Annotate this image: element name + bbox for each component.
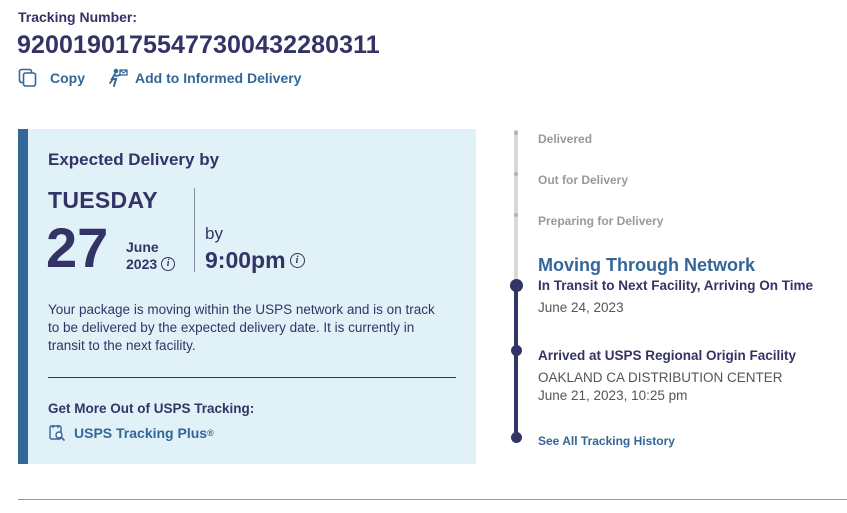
date-time-divider [194,188,195,272]
delivery-date: 27 [46,216,109,279]
delivery-time: 9:00pm [205,247,286,273]
card-divider [48,377,456,378]
registered-mark: ® [207,428,214,438]
delivery-year: 2023 [126,256,158,272]
timeline-past-track [514,284,518,438]
status-description: Your package is moving within the USPS n… [48,302,435,353]
previous-status-location: OAKLAND CA DISTRIBUTION CENTER [538,370,783,385]
history-dot [511,432,522,443]
tracking-plus-label: USPS Tracking Plus [74,425,208,441]
timeline-step-dot [514,131,518,135]
timeline-future-track [514,130,518,280]
previous-status-date: June 21, 2023, 10:25 pm [538,388,688,403]
current-status-dot [510,279,523,292]
timeline-step-out-for-delivery: Out for Delivery [538,173,629,187]
add-informed-delivery-button[interactable]: Add to Informed Delivery [85,67,301,89]
copy-button[interactable]: Copy [18,68,85,88]
time-info-icon[interactable]: i [289,253,305,268]
see-all-history-link[interactable]: See All Tracking History [538,434,675,448]
timeline-step-dot [514,213,518,217]
delivery-time-row: 9:00pm i [205,247,305,274]
informed-delivery-label: Add to Informed Delivery [135,70,302,86]
timeline-step-dot [514,172,518,176]
tracking-plus-icon [48,424,66,442]
copy-label: Copy [50,70,85,86]
copy-icon [18,68,38,88]
by-label: by [205,224,223,243]
expected-delivery-card: Expected Delivery by TUESDAY 27 June 202… [18,129,476,464]
current-status-detail: In Transit to Next Facility, Arriving On… [538,278,814,293]
informed-delivery-icon [107,67,129,89]
tracking-number: 92001901755477300432280311 [17,31,380,59]
tracking-plus-link[interactable]: USPS Tracking Plus ® [48,424,214,442]
bottom-divider [18,499,847,500]
more-tracking-label: Get More Out of USPS Tracking: [48,401,255,416]
expected-delivery-title: Expected Delivery by [48,150,220,169]
current-status-title: Moving Through Network [538,255,755,275]
card-accent-bar [18,129,28,464]
delivery-year-row: 2023 i [126,256,176,272]
timeline-step-preparing: Preparing for Delivery [538,214,664,228]
delivery-day: TUESDAY [48,187,158,213]
current-status-date: June 24, 2023 [538,300,624,315]
tracking-actions: Copy Add to Informed Delivery [18,67,301,89]
delivery-month: June [126,239,159,255]
timeline-step-delivered: Delivered [538,132,593,146]
previous-status-detail: Arrived at USPS Regional Origin Facility [538,348,797,363]
date-info-icon[interactable]: i [161,257,176,271]
previous-status-dot [511,345,522,356]
tracking-number-label: Tracking Number: [18,9,138,25]
